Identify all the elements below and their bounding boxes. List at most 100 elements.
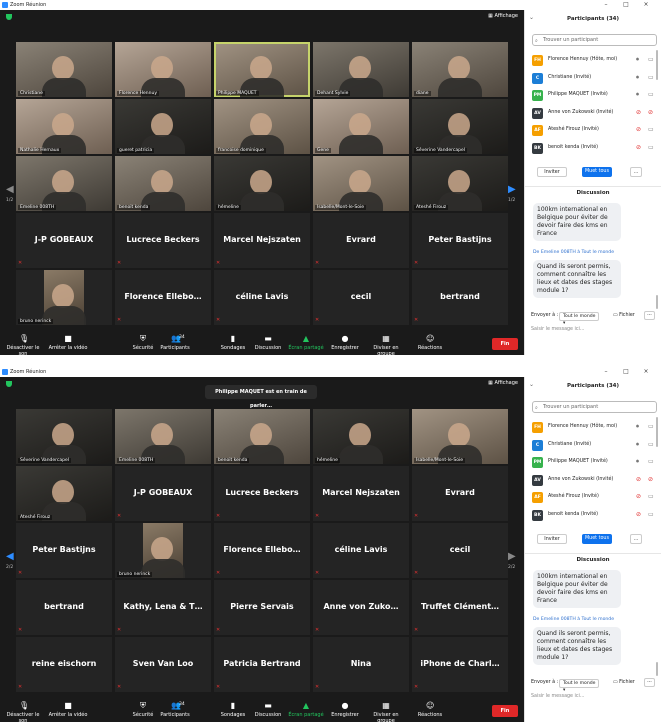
video-button[interactable]: ■ Arrêter la vidéo bbox=[48, 335, 88, 352]
camera-icon[interactable]: ▭ bbox=[648, 511, 654, 518]
participant-tile[interactable]: Ateshé Firouz bbox=[16, 466, 112, 521]
scrollbar[interactable] bbox=[656, 50, 658, 80]
participant-tile[interactable]: Kathy, Lena & T… ✕ bbox=[115, 580, 211, 635]
participant-tile[interactable]: Peter Bastijns ✕ bbox=[16, 523, 112, 578]
participant-tile[interactable]: Gene bbox=[313, 99, 409, 154]
camera-icon[interactable]: ▭ bbox=[648, 144, 654, 151]
participant-tile[interactable]: Evrard ✕ bbox=[412, 466, 508, 521]
participant-row[interactable]: PM Philippe MAQUET (Invité) ⏺ ▭ bbox=[532, 456, 657, 470]
chat-more-button[interactable]: ··· bbox=[644, 678, 655, 687]
participant-tile[interactable]: Marcel Nejszaten ✕ bbox=[313, 466, 409, 521]
chat-input[interactable]: Saisir le message ici... bbox=[531, 694, 584, 699]
minimize-icon[interactable]: – bbox=[601, 1, 611, 8]
participant-tile[interactable]: Dehant Sylvie bbox=[313, 42, 409, 97]
close-icon[interactable]: × bbox=[641, 368, 651, 375]
microphone-icon[interactable]: ⏺ bbox=[636, 74, 639, 82]
participants-button[interactable]: 👥 34 Participants bbox=[155, 702, 195, 719]
participant-tile[interactable]: Séverine Vandercapel bbox=[412, 99, 508, 154]
participant-tile[interactable]: Lucrece Beckers ✕ bbox=[115, 213, 211, 268]
camera-icon[interactable]: ▭ bbox=[648, 493, 654, 500]
maximize-icon[interactable]: □ bbox=[621, 368, 631, 375]
chat-button[interactable]: ▬ Discussion bbox=[248, 335, 288, 352]
participant-row[interactable]: BK benoit kenda (Invité) ⊘ ▭ bbox=[532, 142, 657, 156]
mute-all-button[interactable]: Muet tous bbox=[582, 167, 612, 177]
participant-row[interactable]: C Christiane (Invité) ⏺ ▭ bbox=[532, 439, 657, 453]
scrollbar[interactable] bbox=[656, 417, 658, 447]
record-button[interactable]: ● Enregistrer bbox=[325, 335, 365, 352]
invite-button[interactable]: Inviter bbox=[537, 534, 567, 544]
microphone-icon[interactable]: ⏺ bbox=[636, 458, 639, 466]
participant-tile[interactable]: Florence Hennuy bbox=[115, 42, 211, 97]
participant-tile[interactable]: J-P GOBEAUX ✕ bbox=[16, 213, 112, 268]
search-input[interactable]: ⌕ Trouver un participant bbox=[532, 34, 657, 46]
microphone-icon[interactable]: ⏺ bbox=[636, 91, 639, 99]
video-button[interactable]: ■ Arrêter la vidéo bbox=[48, 702, 88, 719]
participant-tile[interactable]: Peter Bastijns ✕ bbox=[412, 213, 508, 268]
participant-tile[interactable]: Truffet Clément… ✕ bbox=[412, 580, 508, 635]
next-page-icon[interactable]: ▶ bbox=[508, 184, 516, 195]
file-button[interactable]: ▭ Fichier bbox=[613, 313, 635, 318]
microphone-icon[interactable]: ⏺ bbox=[636, 423, 639, 431]
end-meeting-button[interactable]: Fin bbox=[492, 705, 518, 717]
participant-tile[interactable]: hémeline bbox=[313, 409, 409, 464]
muted-mic-icon[interactable]: ⊘ bbox=[636, 511, 641, 518]
camera-icon[interactable]: ▭ bbox=[648, 91, 654, 98]
file-button[interactable]: ▭ Fichier bbox=[613, 680, 635, 685]
muted-mic-icon[interactable]: ⊘ bbox=[636, 126, 641, 133]
participant-tile[interactable]: Séverine Vandercapel bbox=[16, 409, 112, 464]
polls-button[interactable]: ▮ Sondages bbox=[213, 335, 253, 352]
camera-icon[interactable]: ▭ bbox=[648, 126, 654, 133]
chat-scrollbar[interactable] bbox=[656, 662, 658, 676]
prev-page-icon[interactable]: ◀ bbox=[6, 551, 14, 562]
participant-tile[interactable]: J-P GOBEAUX ✕ bbox=[115, 466, 211, 521]
participant-tile[interactable]: Sven Van Loo ✕ bbox=[115, 637, 211, 692]
send-to-select[interactable]: Tout le monde ▾ bbox=[559, 679, 599, 693]
participant-tile[interactable]: hémeline bbox=[214, 156, 310, 211]
muted-mic-icon[interactable]: ⊘ bbox=[636, 493, 641, 500]
participant-tile[interactable]: Ateshé Firouz bbox=[412, 156, 508, 211]
microphone-icon[interactable]: ⏺ bbox=[636, 441, 639, 449]
participant-tile[interactable]: Marcel Nejszaten ✕ bbox=[214, 213, 310, 268]
muted-mic-icon[interactable]: ⊘ bbox=[636, 476, 641, 483]
chat-button[interactable]: ▬ Discussion bbox=[248, 702, 288, 719]
chat-more-button[interactable]: ··· bbox=[644, 311, 655, 320]
participant-tile[interactable]: Nathalie Hernaux bbox=[16, 99, 112, 154]
share-button[interactable]: ▲ Écran partagé bbox=[286, 702, 326, 719]
participant-tile[interactable]: céline Lavis ✕ bbox=[313, 523, 409, 578]
participant-tile[interactable]: Anne von Zuko… ✕ bbox=[313, 580, 409, 635]
participant-tile[interactable]: Pierre Servais ✕ bbox=[214, 580, 310, 635]
camera-off-icon[interactable]: ⊘ bbox=[648, 109, 653, 116]
send-to-select[interactable]: Tout le monde ▾ bbox=[559, 312, 599, 326]
participant-tile[interactable]: Emeline 008TH bbox=[115, 409, 211, 464]
reactions-button[interactable]: ☺ Réactions bbox=[410, 702, 450, 719]
participant-tile[interactable]: Florence Ellebo… ✕ bbox=[214, 523, 310, 578]
participant-tile[interactable]: Lucrece Beckers ✕ bbox=[214, 466, 310, 521]
camera-icon[interactable]: ▭ bbox=[648, 441, 654, 448]
reactions-button[interactable]: ☺ Réactions bbox=[410, 335, 450, 352]
camera-icon[interactable]: ▭ bbox=[648, 458, 654, 465]
participant-row[interactable]: AV Anne von Zukowski (Invité) ⊘ ⊘ bbox=[532, 474, 657, 488]
participant-tile[interactable]: francoise dominique bbox=[214, 99, 310, 154]
participant-tile[interactable]: bertrand ✕ bbox=[16, 580, 112, 635]
camera-off-icon[interactable]: ⊘ bbox=[648, 476, 653, 483]
camera-icon[interactable]: ▭ bbox=[648, 423, 654, 430]
chat-scrollbar[interactable] bbox=[656, 295, 658, 309]
participant-tile[interactable]: Florence Ellebo… ✕ bbox=[115, 270, 211, 325]
record-button[interactable]: ● Enregistrer bbox=[325, 702, 365, 719]
participant-tile[interactable]: Evrard ✕ bbox=[313, 213, 409, 268]
more-button[interactable]: ... bbox=[630, 534, 642, 544]
participant-tile[interactable]: gueret patricia bbox=[115, 99, 211, 154]
view-button[interactable]: ▦ Affichage bbox=[488, 380, 518, 386]
muted-mic-icon[interactable]: ⊘ bbox=[636, 144, 641, 151]
participant-tile[interactable]: Isabelle/Mont-le-Soie bbox=[313, 156, 409, 211]
participant-row[interactable]: PM Philippe MAQUET (Invité) ⏺ ▭ bbox=[532, 89, 657, 103]
shield-icon[interactable] bbox=[6, 381, 12, 387]
participant-tile[interactable]: bruno nerinck bbox=[16, 270, 112, 325]
prev-page-icon[interactable]: ◀ bbox=[6, 184, 14, 195]
breakout-button[interactable]: ▦ Diviser en groupe bbox=[366, 335, 406, 358]
participant-tile[interactable]: bruno nerinck bbox=[115, 523, 211, 578]
participant-tile[interactable]: céline Lavis ✕ bbox=[214, 270, 310, 325]
participant-tile[interactable]: reine eischorn ✕ bbox=[16, 637, 112, 692]
participant-tile[interactable]: Patricia Bertrand ✕ bbox=[214, 637, 310, 692]
participant-tile[interactable]: Isabelle/Mont-le-Soie bbox=[412, 409, 508, 464]
